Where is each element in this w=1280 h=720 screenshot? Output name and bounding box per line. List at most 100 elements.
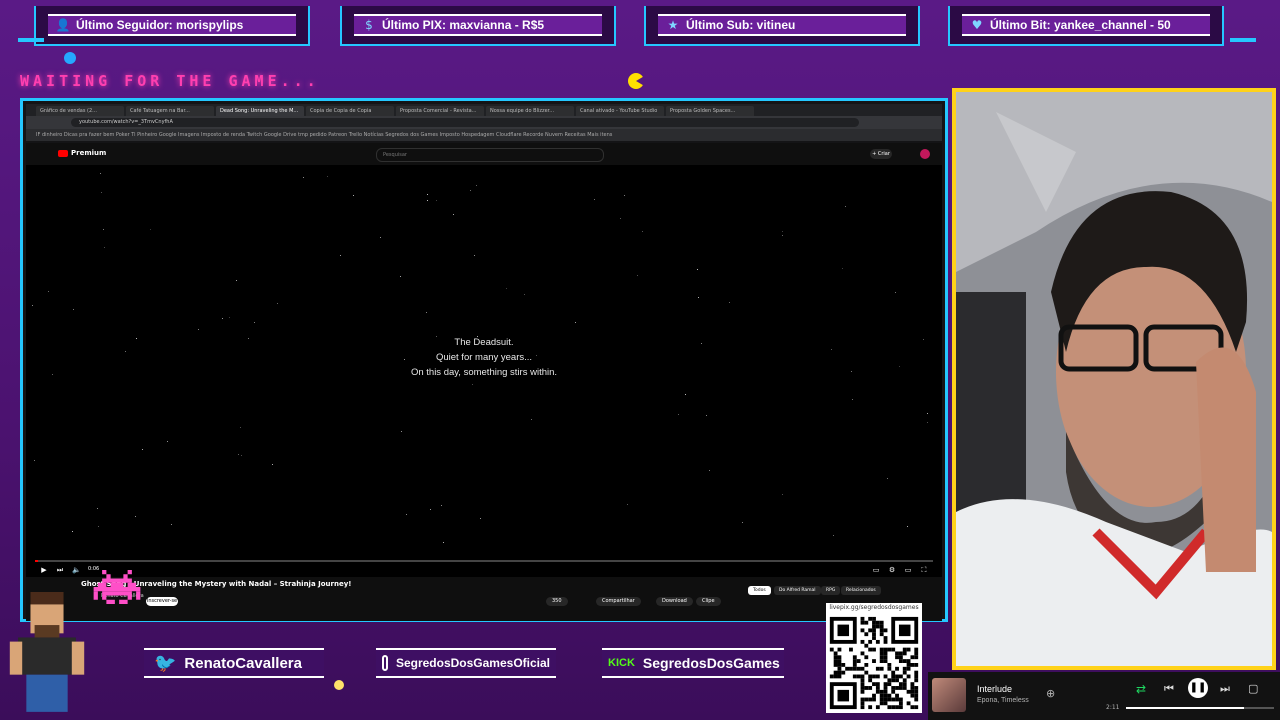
star xyxy=(473,254,475,256)
video-player[interactable]: The Deadsuit. Quiet for many years... On… xyxy=(26,165,942,563)
webcam-person-image xyxy=(956,92,1272,666)
star xyxy=(637,274,639,276)
chip[interactable]: RPG xyxy=(821,586,841,595)
video-caption: The Deadsuit. Quiet for many years... On… xyxy=(26,335,942,380)
star xyxy=(684,394,686,396)
star xyxy=(104,247,106,249)
chip-all[interactable]: Todos xyxy=(748,586,771,595)
star xyxy=(401,430,403,432)
clip-button[interactable]: Clipe xyxy=(696,597,721,606)
spotify-progress-bar[interactable] xyxy=(1126,707,1274,709)
avatar[interactable] xyxy=(920,149,930,159)
bookmarks-bar[interactable]: IF dinheiro Dicas pra fazer bem Poker Ti… xyxy=(26,129,942,141)
decor-bar xyxy=(1230,38,1256,42)
star xyxy=(620,218,622,220)
download-button[interactable]: Download xyxy=(656,597,693,606)
star xyxy=(441,505,443,507)
star xyxy=(452,213,454,215)
subtitles-icon[interactable]: ▭ xyxy=(872,566,880,574)
star xyxy=(907,526,909,528)
pause-button[interactable]: ❚❚ xyxy=(1188,678,1208,698)
star xyxy=(593,198,595,200)
star xyxy=(241,454,243,456)
lyrics-icon[interactable]: ▢ xyxy=(1248,682,1258,695)
star xyxy=(700,342,702,344)
fullscreen-icon[interactable]: ⛶ xyxy=(920,566,928,574)
settings-icon[interactable]: ⚙ xyxy=(888,566,896,574)
star xyxy=(125,351,127,353)
star xyxy=(302,176,304,178)
progress-fill xyxy=(35,560,38,562)
play-icon[interactable]: ▶ xyxy=(40,566,48,574)
browser-tab[interactable]: Proposta Golden Spaces... xyxy=(666,106,754,116)
browser-tab-active[interactable]: Dead Song: Unraveling the M... xyxy=(216,106,304,116)
star xyxy=(781,493,783,495)
star xyxy=(100,173,102,175)
previous-icon[interactable]: ⏮ xyxy=(1164,682,1174,696)
next-icon[interactable]: ⏭ xyxy=(56,566,64,574)
browser-tab[interactable]: Café Tatuagem na Bar... xyxy=(126,106,214,116)
caption-line: Quiet for many years... xyxy=(435,352,533,363)
star xyxy=(841,268,843,270)
alert-last-sub: ★ Último Sub: vitineu xyxy=(644,6,920,46)
diamond-icon: ♥ xyxy=(971,18,983,32)
star xyxy=(239,427,241,429)
star xyxy=(254,321,256,323)
video-progress-bar[interactable] xyxy=(35,560,933,562)
star xyxy=(97,507,99,509)
star xyxy=(926,412,928,414)
next-icon[interactable]: ⏭ xyxy=(1220,682,1230,696)
star xyxy=(535,355,537,357)
chip[interactable]: Relacionados xyxy=(841,586,881,595)
create-button[interactable]: + Criar xyxy=(870,149,892,159)
star xyxy=(426,194,428,196)
star xyxy=(479,518,481,520)
star xyxy=(698,296,700,298)
qr-label: livepix.gg/segredosdosgames xyxy=(826,603,922,613)
browser-tab[interactable]: Canal ativado - YouTube Studio xyxy=(576,106,664,116)
shuffle-icon[interactable]: ⇄ xyxy=(1136,682,1146,696)
star xyxy=(436,336,438,338)
star xyxy=(472,383,474,385)
browser-capture: Gráfico de vendas (2... Café Tatuagem na… xyxy=(20,98,948,622)
browser-tab[interactable]: Proposta Comercial - Revista... xyxy=(396,106,484,116)
youtube-logo[interactable]: Premium xyxy=(58,149,106,157)
star xyxy=(135,338,137,340)
star xyxy=(405,513,407,515)
star xyxy=(435,200,437,202)
alert-last-pix: $ Último PIX: maxvianna - R$5 xyxy=(340,6,616,46)
browser-tab[interactable]: Nossa equipe do Blizzer... xyxy=(486,106,574,116)
star xyxy=(272,463,274,465)
star xyxy=(427,199,429,201)
browser-tab[interactable]: Copia de Copia de Copia xyxy=(306,106,394,116)
star xyxy=(150,229,152,231)
browser-tab[interactable]: Gráfico de vendas (2... xyxy=(36,106,124,116)
star xyxy=(277,302,279,304)
address-bar[interactable]: youtube.com/watch?v=_3TmvCnyfhA xyxy=(71,118,859,127)
star xyxy=(326,175,328,177)
star xyxy=(237,453,239,455)
like-button[interactable]: 350 xyxy=(546,597,568,606)
chip[interactable]: Do Alfred Ramal xyxy=(774,586,821,595)
star xyxy=(922,338,924,340)
decor-dot xyxy=(334,680,344,690)
search-input[interactable]: Pesquisar xyxy=(376,148,604,162)
youtube-play-icon xyxy=(58,149,68,157)
star xyxy=(470,189,472,191)
premium-label: Premium xyxy=(71,149,107,157)
subscribe-button[interactable]: Inscrever-se xyxy=(146,597,178,606)
star xyxy=(47,291,49,293)
star xyxy=(73,308,75,310)
star xyxy=(170,523,172,525)
star xyxy=(229,317,231,319)
star xyxy=(443,542,445,544)
social-twitter: 🐦 RenatoCavallera xyxy=(144,648,324,678)
volume-icon[interactable]: 🔈 xyxy=(72,566,81,574)
elapsed-time: 2:11 xyxy=(1106,704,1120,711)
share-button[interactable]: Compartilhar xyxy=(596,597,641,606)
star xyxy=(198,328,200,330)
youtube-header: Premium Pesquisar + Criar xyxy=(26,143,942,165)
star xyxy=(235,280,237,282)
theater-icon[interactable]: ▭ xyxy=(904,566,912,574)
add-icon[interactable]: ⊕ xyxy=(1046,687,1055,700)
